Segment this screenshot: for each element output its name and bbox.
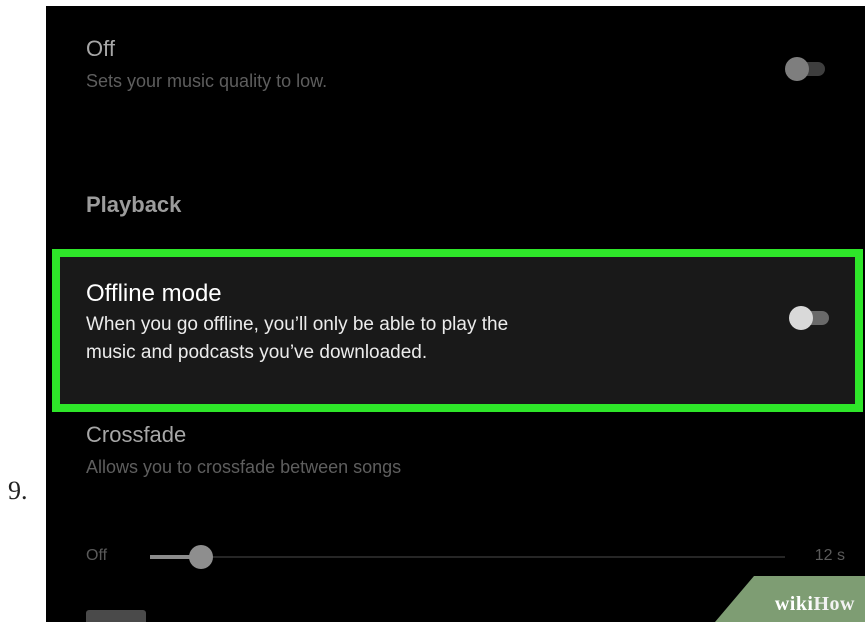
setting-crossfade: Crossfade Allows you to crossfade betwee… [86, 422, 825, 481]
description-line: When you go offline, you’ll only be able… [86, 314, 509, 335]
setting-title: Off [86, 36, 115, 61]
section-header-playback: Playback [86, 192, 182, 217]
setting-offline-mode[interactable]: Offline mode When you go offline, you’ll… [86, 281, 829, 367]
slider-track[interactable] [150, 545, 785, 569]
low-quality-toggle[interactable] [785, 57, 825, 81]
settings-screen: Off Sets your music quality to low. Play… [46, 6, 865, 622]
crossfade-slider: Off 12 s [86, 544, 845, 570]
wikihow-watermark: wikiHow [774, 593, 855, 615]
slider-max-label: 12 s [814, 547, 845, 564]
description-line: music and podcasts you’ve downloaded. [86, 342, 428, 363]
toggle-knob [785, 57, 809, 81]
setting-description: Sets your music quality to low. [86, 71, 328, 91]
cut-off-setting-title [86, 606, 146, 622]
setting-description: When you go offline, you’ll only be able… [86, 311, 829, 367]
step-number: 9. [8, 476, 28, 505]
setting-description: Allows you to crossfade between songs [86, 457, 402, 477]
setting-title: Crossfade [86, 422, 187, 447]
setting-low-quality: Off Sets your music quality to low. [86, 36, 825, 95]
offline-mode-toggle[interactable] [789, 306, 829, 330]
slider-thumb[interactable] [188, 545, 213, 569]
setting-title: Offline mode [86, 280, 222, 307]
slider-min-label: Off [86, 547, 108, 564]
offline-mode-highlight: Offline mode When you go offline, you’ll… [52, 249, 863, 412]
toggle-knob [789, 306, 813, 330]
